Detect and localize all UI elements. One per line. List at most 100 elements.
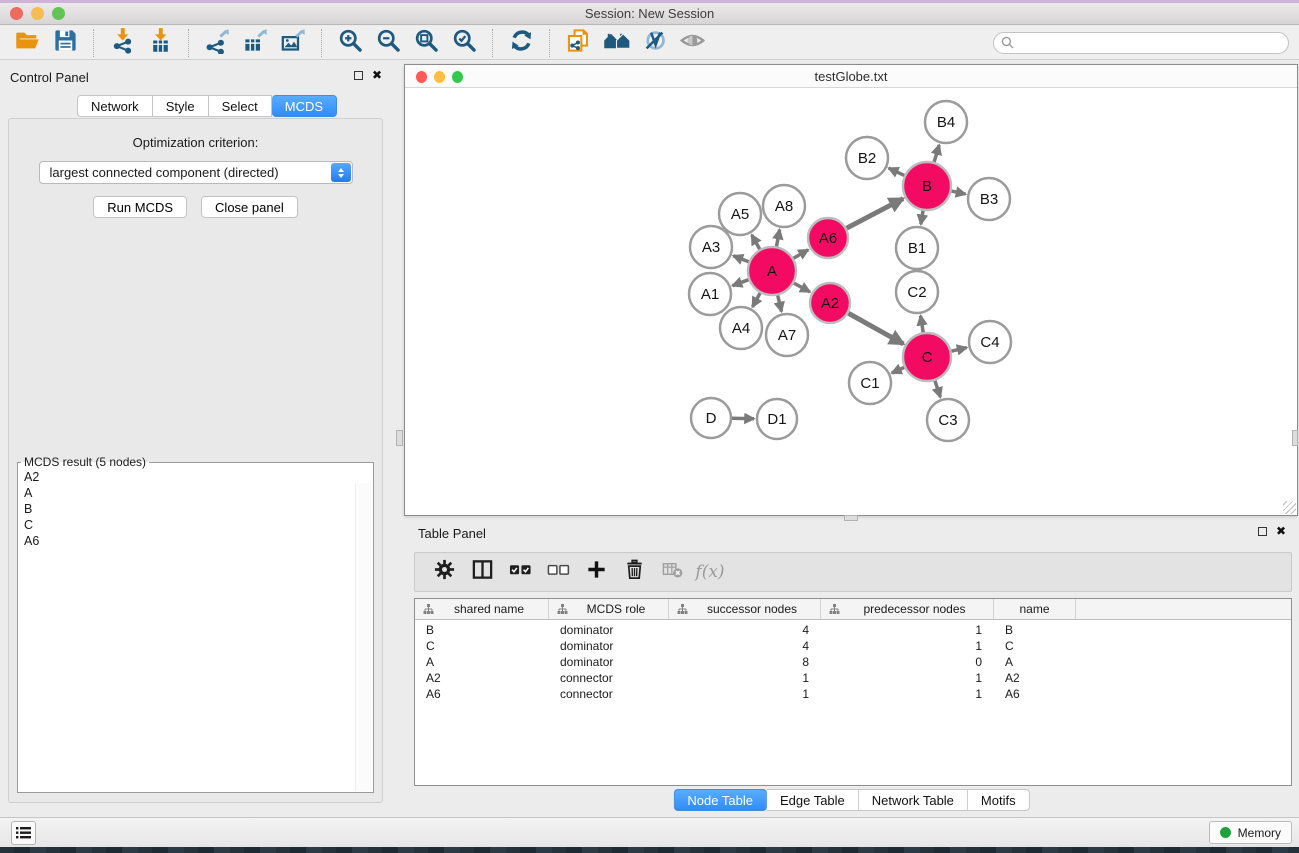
- delete-table-button[interactable]: [655, 556, 689, 588]
- tab-network-table[interactable]: Network Table: [859, 789, 968, 811]
- network-window-title: testGlobe.txt: [405, 69, 1297, 84]
- tab-motifs[interactable]: Motifs: [968, 789, 1030, 811]
- table-row[interactable]: A2connector11A2: [415, 670, 1291, 686]
- home-button[interactable]: [597, 28, 635, 58]
- edge-A-A6[interactable]: [794, 250, 809, 259]
- select-all-columns-button[interactable]: [503, 556, 537, 588]
- edge-A-A7[interactable]: [778, 295, 782, 311]
- memory-button[interactable]: Memory: [1209, 821, 1292, 844]
- column-header-MCDS-role[interactable]: MCDS role: [549, 599, 669, 619]
- zoom-fit-button[interactable]: [407, 28, 445, 58]
- control-panel-tabs: NetworkStyleSelectMCDS: [77, 95, 337, 117]
- tab-mcds[interactable]: MCDS: [272, 95, 337, 117]
- status-bar: Memory: [0, 817, 1299, 847]
- float-panel-icon[interactable]: [354, 71, 363, 80]
- criterion-dropdown[interactable]: largest connected component (directed): [39, 161, 353, 184]
- network-window-titlebar[interactable]: testGlobe.txt: [405, 65, 1297, 88]
- mcds-result-item[interactable]: B: [18, 501, 373, 517]
- node-label-C1: C1: [860, 375, 879, 392]
- run-mcds-button[interactable]: Run MCDS: [93, 196, 187, 218]
- close-panel-button[interactable]: Close panel: [201, 196, 298, 218]
- export-image-button[interactable]: [274, 28, 312, 58]
- mcds-result-item[interactable]: A: [18, 485, 373, 501]
- cell-MCDS-role: dominator: [549, 655, 669, 669]
- import-network-button[interactable]: [103, 28, 141, 58]
- table-row[interactable]: Bdominator41B: [415, 622, 1291, 638]
- show-columns-button[interactable]: [465, 556, 499, 588]
- zoom-window-button[interactable]: [52, 7, 65, 20]
- column-header-predecessor-nodes[interactable]: predecessor nodes: [821, 599, 994, 619]
- mcds-result-item[interactable]: A2: [18, 469, 373, 485]
- cell-MCDS-role: dominator: [549, 623, 669, 637]
- tab-edge-table[interactable]: Edge Table: [767, 789, 859, 811]
- show-hide-graphics-button[interactable]: [673, 28, 711, 58]
- network-close-button[interactable]: [416, 71, 427, 83]
- close-window-button[interactable]: [10, 7, 23, 20]
- apply-function-button[interactable]: f(x): [693, 556, 727, 588]
- edge-C-C3[interactable]: [935, 381, 941, 398]
- close-table-panel-icon[interactable]: ✖: [1276, 526, 1286, 536]
- save-session-button[interactable]: [46, 28, 84, 58]
- edge-B-B4[interactable]: [934, 145, 939, 162]
- tab-network[interactable]: Network: [77, 95, 153, 117]
- export-network-button[interactable]: [198, 28, 236, 58]
- apply-function-icon: f(x): [695, 562, 724, 582]
- mcds-result-list: A2ABCA6: [18, 469, 373, 549]
- edge-A-A8[interactable]: [777, 230, 780, 247]
- mcds-result-item[interactable]: A6: [18, 533, 373, 549]
- edge-C-C2[interactable]: [921, 316, 924, 333]
- zoom-out-button[interactable]: [369, 28, 407, 58]
- cell-name: B: [994, 623, 1076, 637]
- edge-C-C4[interactable]: [951, 348, 966, 352]
- delete-columns-button[interactable]: [617, 556, 651, 588]
- zoom-selected-button[interactable]: [445, 28, 483, 58]
- edge-B-B3[interactable]: [952, 191, 966, 194]
- edge-A-A2[interactable]: [794, 283, 810, 292]
- float-table-panel-icon[interactable]: [1258, 527, 1267, 536]
- edge-A2-C[interactable]: [848, 313, 903, 344]
- splitter-handle-left[interactable]: [396, 430, 403, 446]
- import-table-button[interactable]: [141, 28, 179, 58]
- export-table-button[interactable]: [236, 28, 274, 58]
- edge-A6-B[interactable]: [847, 199, 904, 229]
- open-file-button[interactable]: [8, 28, 46, 58]
- edge-A-A1[interactable]: [733, 280, 749, 286]
- close-panel-icon[interactable]: ✖: [372, 70, 382, 80]
- network-canvas[interactable]: B4B2BB3A5A8A6A3B1AA1C2A2A4A7C4CC1DD1C3: [405, 88, 1297, 515]
- splitter-handle-right[interactable]: [1292, 430, 1298, 446]
- column-header-successor-nodes[interactable]: successor nodes: [669, 599, 821, 619]
- titlebar: Session: New Session: [0, 3, 1299, 25]
- minimize-window-button[interactable]: [31, 7, 44, 20]
- table-settings-button[interactable]: [427, 556, 461, 588]
- cell-name: A2: [994, 671, 1076, 685]
- column-header-name[interactable]: name: [994, 599, 1076, 619]
- edge-A-A5[interactable]: [752, 235, 760, 249]
- add-column-button[interactable]: [579, 556, 613, 588]
- table-row[interactable]: Cdominator41C: [415, 638, 1291, 654]
- table-row[interactable]: Adominator80A: [415, 654, 1291, 670]
- node-label-A3: A3: [702, 239, 720, 256]
- tab-node-table[interactable]: Node Table: [673, 789, 767, 811]
- tab-select[interactable]: Select: [209, 95, 272, 117]
- window-resize-grip[interactable]: [1283, 501, 1296, 514]
- edge-B-B2[interactable]: [889, 168, 905, 175]
- edge-A-A3[interactable]: [733, 256, 748, 262]
- search-input[interactable]: [993, 32, 1289, 54]
- vizmapper-button[interactable]: [635, 28, 673, 58]
- edge-A-A4[interactable]: [753, 293, 761, 307]
- column-header-shared-name[interactable]: shared name: [415, 599, 549, 619]
- zoom-in-button[interactable]: [331, 28, 369, 58]
- mcds-result-item[interactable]: C: [18, 517, 373, 533]
- network-minimize-button[interactable]: [434, 71, 445, 83]
- cell-predecessor-nodes: 1: [821, 687, 994, 701]
- unselect-all-columns-button[interactable]: [541, 556, 575, 588]
- edge-B-B1[interactable]: [921, 211, 923, 225]
- vizmapper-icon: [641, 27, 668, 59]
- refresh-network-button[interactable]: [502, 28, 540, 58]
- network-zoom-button[interactable]: [452, 71, 463, 83]
- tab-style[interactable]: Style: [153, 95, 209, 117]
- task-history-button[interactable]: [11, 821, 36, 845]
- clone-network-button[interactable]: [559, 28, 597, 58]
- edge-C-C1[interactable]: [892, 367, 905, 373]
- table-row[interactable]: A6connector11A6: [415, 686, 1291, 702]
